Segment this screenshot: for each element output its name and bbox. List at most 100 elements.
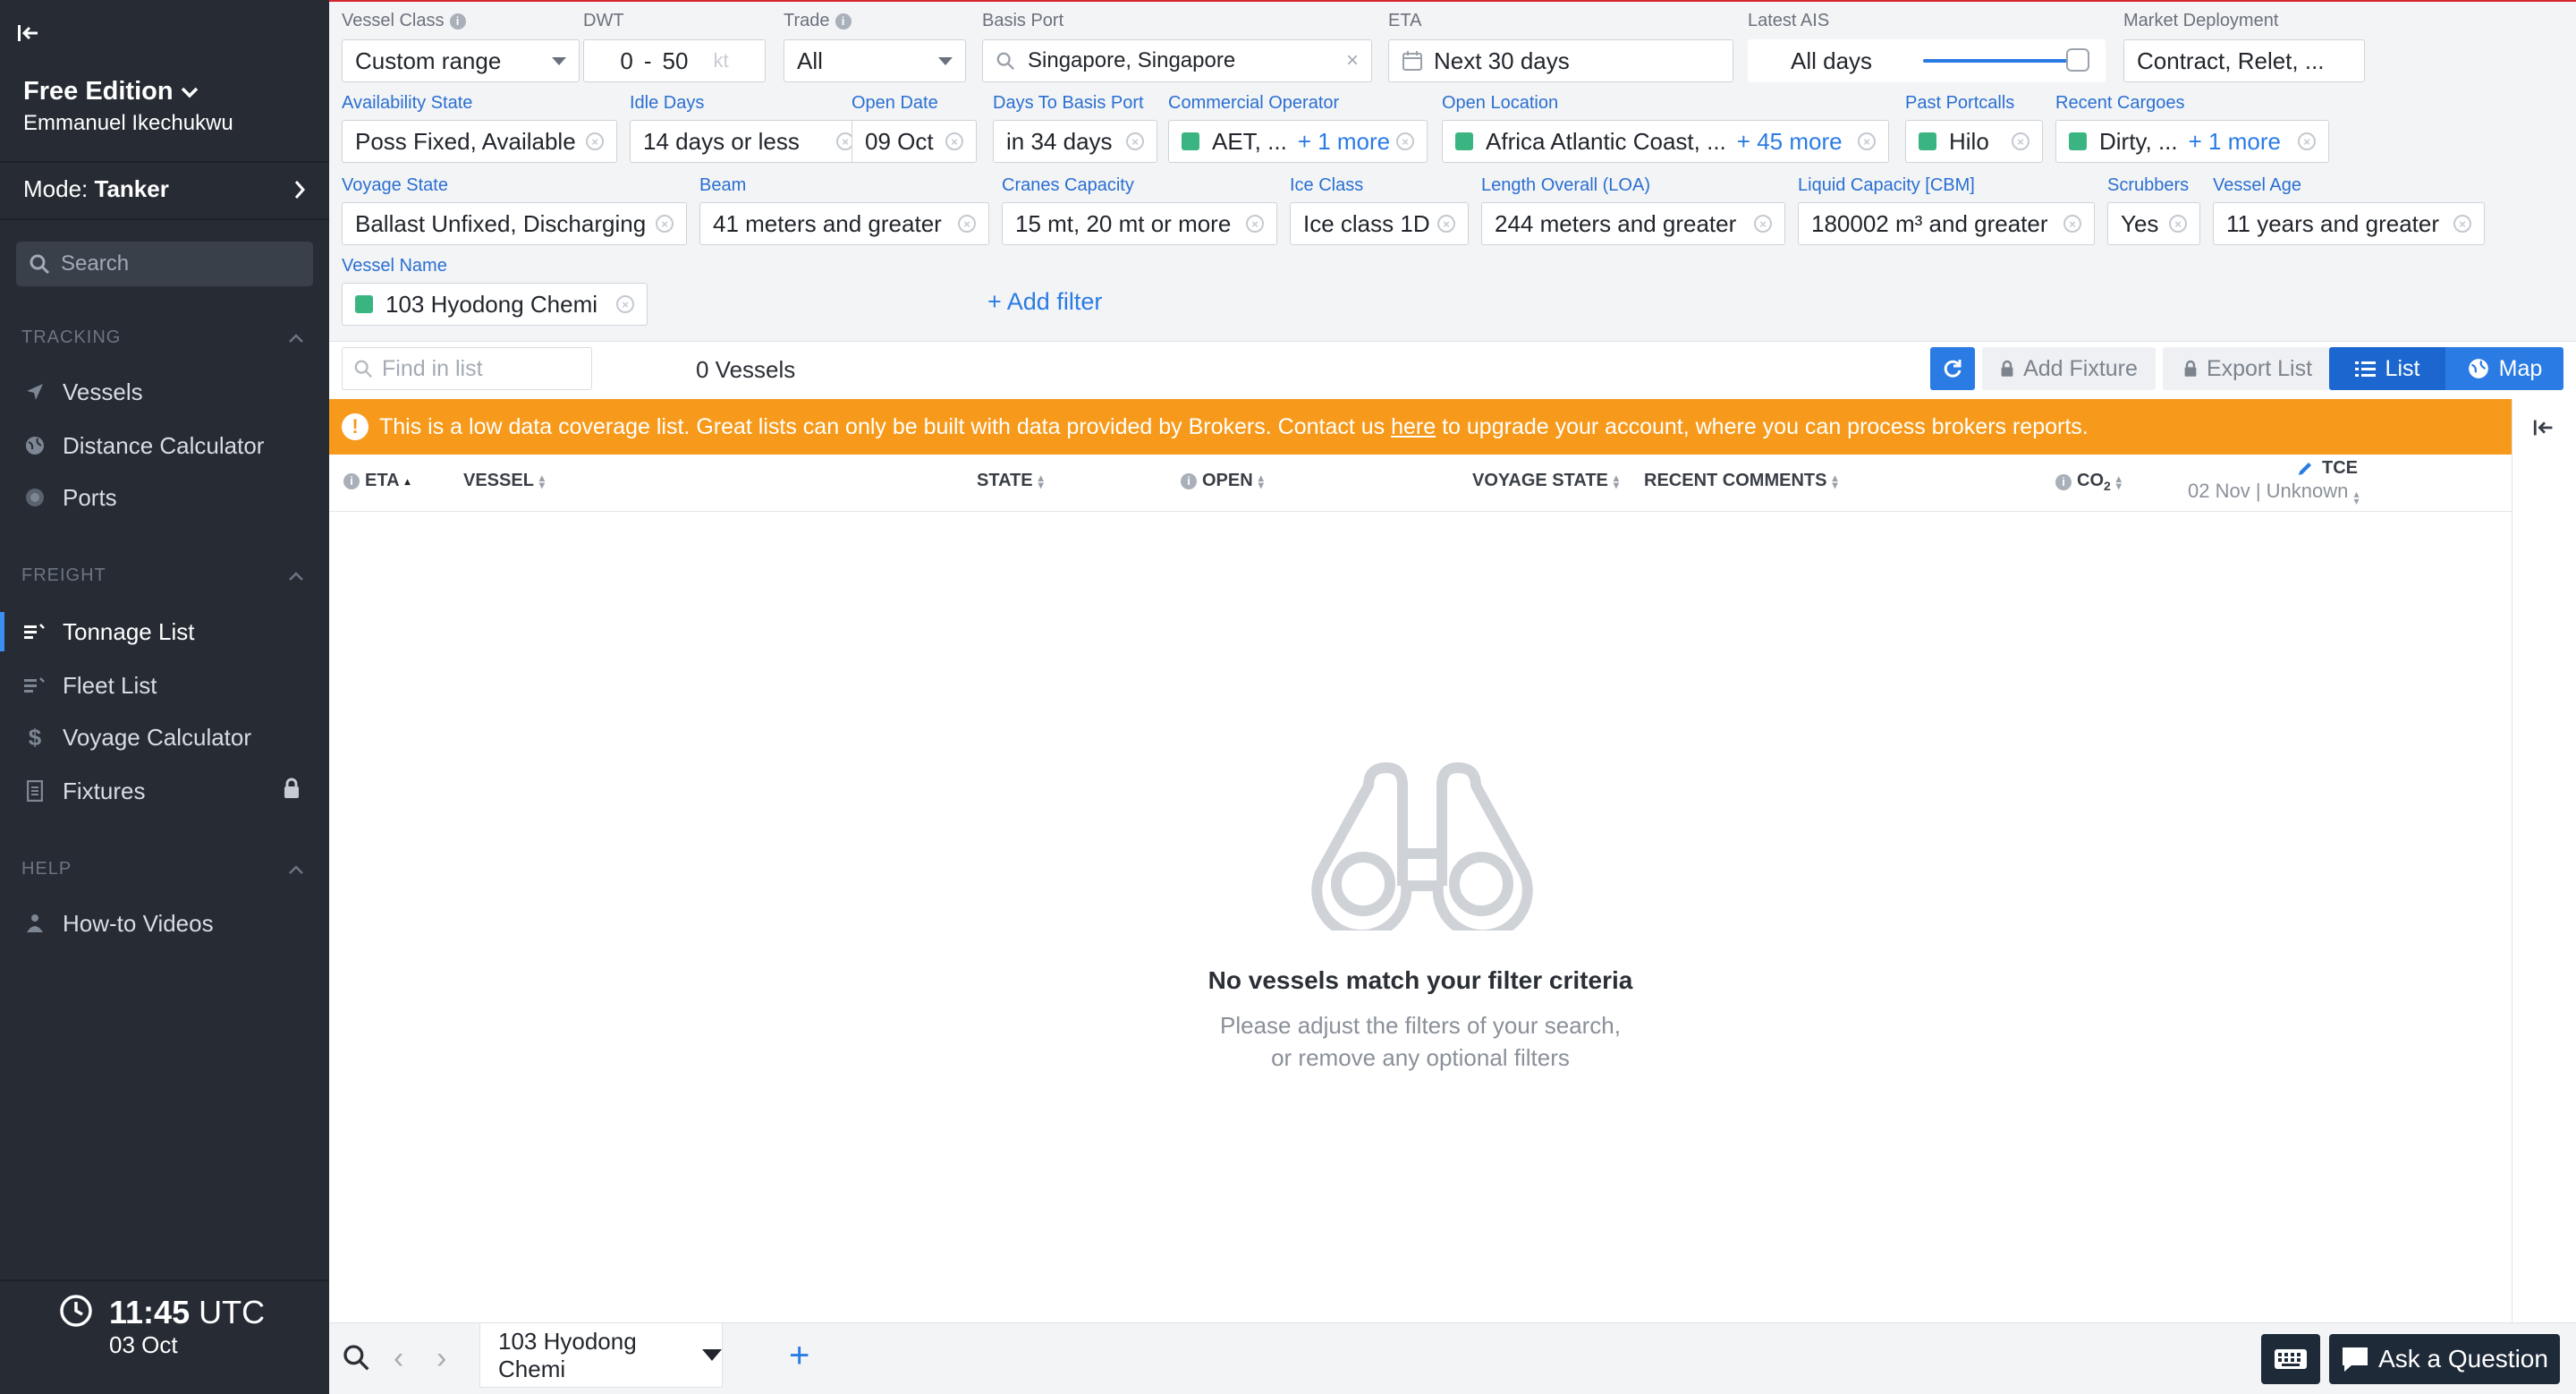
open-location-value: Africa Atlantic Coast, ... xyxy=(1486,127,1726,155)
vessel-name-value: 103 Hyodong Chemi xyxy=(386,290,598,318)
collapse-sidebar-icon[interactable] xyxy=(16,20,43,47)
section-help[interactable]: HELP xyxy=(21,859,304,880)
sidebar-item-fleet-list[interactable]: Fleet List xyxy=(0,660,329,710)
sidebar-item-label: How-to Videos xyxy=(63,909,214,937)
trade-select[interactable]: All xyxy=(784,39,966,82)
upgrade-link[interactable]: here xyxy=(1391,414,1436,439)
column-co2[interactable]: i CO2 ▴ ▾ xyxy=(2055,471,2122,493)
latest-ais-slider[interactable]: All days xyxy=(1748,39,2106,82)
dwt-range-input[interactable]: 0 - 50 kt xyxy=(583,39,766,82)
sidebar-item-how-to-videos[interactable]: How-to Videos xyxy=(0,898,329,948)
sidebar-item-tonnage-list[interactable]: Tonnage List xyxy=(0,607,329,657)
liquid-capacity-filter[interactable]: 180002 m³ and greater × xyxy=(1798,202,2095,245)
edition-menu[interactable]: Free Edition xyxy=(23,77,199,106)
remove-filter-icon[interactable]: × xyxy=(586,132,604,150)
past-portcalls-filter[interactable]: Hilo × xyxy=(1905,120,2043,163)
dwt-from[interactable]: 0 xyxy=(620,47,632,75)
saved-search-tab[interactable]: 103 Hyodong Chemi xyxy=(479,1323,723,1388)
availability-state-filter[interactable]: Poss Fixed, Available × xyxy=(342,120,617,163)
remove-filter-icon[interactable]: × xyxy=(2298,132,2316,150)
map-view-button[interactable]: Map xyxy=(2445,347,2563,390)
eta-date-input[interactable]: Next 30 days xyxy=(1388,39,1733,82)
remove-filter-icon[interactable]: × xyxy=(1437,215,1455,233)
remove-filter-icon[interactable]: × xyxy=(1126,132,1144,150)
column-recent-comments[interactable]: RECENT COMMENTS ▴ ▾ xyxy=(1644,471,1837,491)
cranes-capacity-filter[interactable]: 15 mt, 20 mt or more × xyxy=(1002,202,1277,245)
remove-filter-icon[interactable]: × xyxy=(1858,132,1876,150)
list-view-button[interactable]: List xyxy=(2329,347,2445,390)
loa-filter[interactable]: 244 meters and greater × xyxy=(1481,202,1785,245)
remove-filter-icon[interactable]: × xyxy=(2169,215,2187,233)
beam-filter[interactable]: 41 meters and greater × xyxy=(699,202,989,245)
keyboard-shortcuts-button[interactable] xyxy=(2261,1334,2320,1384)
sidebar-item-ports[interactable]: Ports xyxy=(0,472,329,523)
column-vessel[interactable]: VESSEL ▴ ▾ xyxy=(463,471,545,491)
section-freight[interactable]: FREIGHT xyxy=(21,565,304,586)
column-tce[interactable]: TCE xyxy=(2297,458,2358,479)
mode-selector[interactable]: Mode: Tanker xyxy=(23,175,306,203)
info-icon[interactable]: i xyxy=(1181,472,1197,489)
remove-filter-icon[interactable]: × xyxy=(945,132,963,150)
column-open[interactable]: i OPEN ▴ ▾ xyxy=(1181,471,1264,491)
commercial-operator-filter[interactable]: AET, ... + 1 more × xyxy=(1168,120,1428,163)
search-icon[interactable] xyxy=(342,1343,370,1376)
caret-down-icon[interactable] xyxy=(702,1349,722,1361)
vessel-class-select[interactable]: Custom range xyxy=(342,39,580,82)
slider-track[interactable] xyxy=(1923,59,2084,63)
info-icon[interactable]: i xyxy=(2055,473,2072,490)
back-arrow-icon[interactable]: ‹ xyxy=(394,1341,403,1376)
remove-filter-icon[interactable]: × xyxy=(1754,215,1772,233)
sort-icon: ▴ ▾ xyxy=(538,471,545,491)
voyage-state-filter[interactable]: Ballast Unfixed, Discharging × xyxy=(342,202,687,245)
collapse-panel-icon[interactable] xyxy=(2532,415,2557,445)
remove-filter-icon[interactable]: × xyxy=(616,295,634,313)
remove-filter-icon[interactable]: × xyxy=(2063,215,2081,233)
remove-filter-icon[interactable]: × xyxy=(2453,215,2471,233)
slider-handle[interactable] xyxy=(2066,48,2089,72)
vessel-age-filter[interactable]: 11 years and greater × xyxy=(2213,202,2485,245)
vessel-name-filter[interactable]: 103 Hyodong Chemi × xyxy=(342,283,648,326)
ask-a-question-button[interactable]: Ask a Question xyxy=(2329,1334,2560,1384)
sidebar-item-voyage-calculator[interactable]: $ Voyage Calculator xyxy=(0,712,329,762)
days-to-basis-port-filter[interactable]: in 34 days × xyxy=(993,120,1157,163)
open-location-filter[interactable]: Africa Atlantic Coast, ... + 45 more × xyxy=(1442,120,1889,163)
add-fixture-button[interactable]: Add Fixture xyxy=(1982,347,2156,390)
export-list-button[interactable]: Export List xyxy=(2163,347,2333,390)
forward-arrow-icon[interactable]: › xyxy=(436,1341,446,1376)
recent-cargoes-filter[interactable]: Dirty, ... + 1 more × xyxy=(2055,120,2329,163)
open-date-filter[interactable]: 09 Oct × xyxy=(852,120,977,163)
sidebar-item-distance-calculator[interactable]: Distance Calculator xyxy=(0,421,329,471)
clear-icon[interactable]: × xyxy=(1346,48,1359,73)
remove-filter-icon[interactable]: × xyxy=(656,215,674,233)
remove-filter-icon[interactable]: × xyxy=(958,215,976,233)
ice-class-filter[interactable]: Ice class 1D × xyxy=(1290,202,1469,245)
info-icon[interactable]: i xyxy=(343,472,360,489)
sidebar-search[interactable]: Search xyxy=(16,242,313,286)
pencil-icon[interactable] xyxy=(2297,461,2313,477)
refresh-button[interactable] xyxy=(1930,347,1975,390)
remove-filter-icon[interactable]: × xyxy=(1396,132,1414,150)
add-tab-button[interactable]: + xyxy=(789,1336,809,1376)
market-deployment-select[interactable]: Contract, Relet, ... xyxy=(2123,39,2365,82)
info-icon[interactable]: i xyxy=(835,13,852,30)
idle-days-filter[interactable]: 14 days or less × xyxy=(630,120,868,163)
sidebar-item-fixtures[interactable]: Fixtures xyxy=(0,766,329,816)
sort-icon[interactable]: ▴ ▾ xyxy=(2354,489,2360,506)
more-link[interactable]: + 1 more xyxy=(2189,128,2281,156)
scrubbers-filter[interactable]: Yes × xyxy=(2107,202,2200,245)
column-voyage-state[interactable]: VOYAGE STATE ▴ ▾ xyxy=(1472,471,1619,491)
more-link[interactable]: + 45 more xyxy=(1737,128,1843,156)
more-link[interactable]: + 1 more xyxy=(1298,128,1390,156)
filter-label-commercial-operator: Commercial Operator xyxy=(1168,93,1340,113)
basis-port-input[interactable]: Singapore, Singapore × xyxy=(982,39,1372,82)
remove-filter-icon[interactable]: × xyxy=(2012,132,2029,150)
info-icon[interactable]: i xyxy=(449,13,466,30)
dwt-to[interactable]: 50 xyxy=(663,47,689,75)
column-eta[interactable]: i ETA ▴ xyxy=(343,471,411,491)
add-filter-button[interactable]: + Add filter xyxy=(987,288,1102,316)
column-state[interactable]: STATE ▴ ▾ xyxy=(977,471,1044,491)
section-tracking[interactable]: TRACKING xyxy=(21,327,304,348)
find-in-list-input[interactable]: Find in list xyxy=(342,347,592,390)
sidebar-item-vessels[interactable]: Vessels xyxy=(0,367,329,417)
remove-filter-icon[interactable]: × xyxy=(1246,215,1264,233)
